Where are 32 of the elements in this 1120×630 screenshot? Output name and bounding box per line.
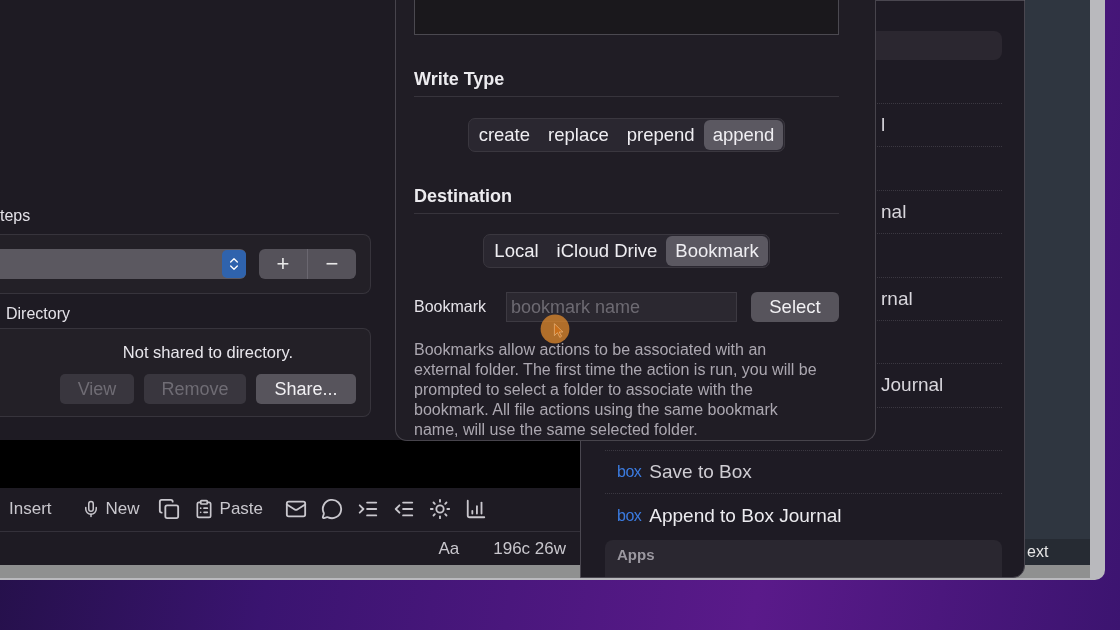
remove-button[interactable]: − bbox=[307, 249, 356, 279]
new-button[interactable]: New bbox=[81, 499, 140, 520]
select-button[interactable]: Select bbox=[751, 292, 839, 322]
action-item[interactable]: box Save to Box bbox=[605, 450, 1002, 494]
box-logo: box bbox=[617, 463, 642, 482]
group-label: Directory bbox=[5, 304, 71, 324]
action-label: Save to Box bbox=[649, 461, 752, 484]
segment[interactable]: replace bbox=[539, 120, 618, 150]
segment[interactable]: append bbox=[703, 120, 784, 150]
action-item[interactable]: box Append to Box Journal bbox=[605, 493, 1002, 537]
action-label: Append to Box Journal bbox=[649, 504, 842, 527]
insert-button[interactable]: Insert bbox=[9, 499, 52, 520]
segment[interactable]: iCloud Drive bbox=[547, 236, 667, 266]
paste-button[interactable]: Paste bbox=[193, 499, 264, 520]
group-label: teps bbox=[0, 206, 32, 226]
section-title: Apps bbox=[617, 545, 655, 563]
segment[interactable]: create bbox=[469, 120, 540, 150]
push-button[interactable]: Share... bbox=[256, 374, 356, 404]
segment[interactable]: prepend bbox=[617, 120, 704, 150]
help-text: Bookmarks allow actions to be associated with an external folder. The first time the action is run, you will be prompted to select a folder to associate with the bookmark. All file actions using the same bookmark name, will use the same selected folder. bbox=[414, 340, 818, 440]
section-heading: Write Type bbox=[414, 69, 839, 97]
box-logo: box bbox=[617, 506, 642, 525]
add-button[interactable]: + bbox=[259, 249, 307, 279]
bookmark-field[interactable]: bookmark name bbox=[506, 292, 737, 322]
segment[interactable]: Local bbox=[485, 236, 548, 266]
field-label: Bookmark bbox=[414, 298, 488, 316]
font-button[interactable]: Aa bbox=[438, 538, 460, 559]
section-heading: Destination bbox=[414, 186, 839, 214]
side-label: ext bbox=[1027, 543, 1049, 561]
segment[interactable]: Bookmark bbox=[666, 236, 768, 266]
count-label: 196c 26w bbox=[493, 538, 566, 559]
directory-status: Not shared to directory. bbox=[121, 343, 295, 362]
